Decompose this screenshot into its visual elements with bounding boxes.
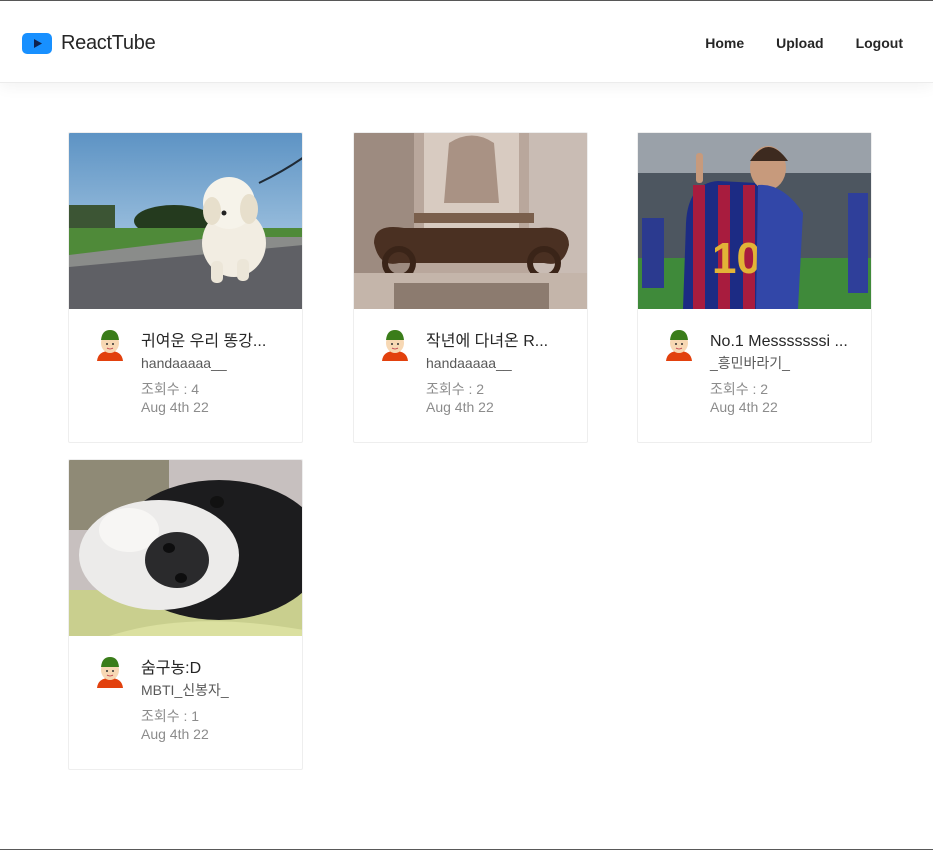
uploader-name: handaaaaa__	[426, 355, 512, 371]
video-meta: 작년에 다녀온 R... handaaaaa__ 조회수 : 2 Aug 4th…	[354, 309, 587, 442]
upload-date: Aug 4th 22	[426, 399, 494, 415]
video-card[interactable]: 10 No.1 Messsssssi ... _흥민바라기_ 조회수 : 2 A	[637, 132, 872, 443]
upload-date: Aug 4th 22	[141, 726, 209, 742]
video-title[interactable]: 숨구농:D	[141, 659, 286, 679]
view-count: 조회수 : 2	[426, 381, 485, 397]
app-name: ReactTube	[61, 32, 156, 54]
video-card[interactable]: 귀여운 우리 똥강... handaaaaa__ 조회수 : 4 Aug 4th…	[68, 132, 303, 443]
upload-date: Aug 4th 22	[710, 399, 778, 415]
video-meta: No.1 Messsssssi ... _흥민바라기_ 조회수 : 2 Aug …	[638, 309, 871, 442]
view-count: 조회수 : 1	[141, 708, 200, 724]
video-thumbnail[interactable]	[69, 133, 302, 309]
uploader-name: handaaaaa__	[141, 355, 227, 371]
avatar	[666, 330, 692, 361]
avatar	[97, 330, 123, 361]
nav-home-link[interactable]: Home	[705, 34, 744, 52]
play-logo-icon	[22, 32, 52, 54]
app-logo[interactable]: ReactTube	[22, 32, 156, 54]
video-card[interactable]: 숨구농:D MBTI_신봉자_ 조회수 : 1 Aug 4th 22	[68, 459, 303, 770]
video-meta: 귀여운 우리 똥강... handaaaaa__ 조회수 : 4 Aug 4th…	[69, 309, 302, 442]
nav-menu: Home Upload Logout	[673, 34, 903, 52]
uploader-name: _흥민바라기_	[710, 355, 790, 371]
avatar	[382, 330, 408, 361]
svg-text:10: 10	[712, 234, 761, 283]
top-navbar: ReactTube Home Upload Logout	[0, 1, 933, 83]
video-title[interactable]: No.1 Messsssssi ...	[710, 332, 855, 352]
avatar	[97, 657, 123, 688]
video-thumbnail[interactable]	[354, 133, 587, 309]
video-title[interactable]: 귀여운 우리 똥강...	[141, 332, 286, 352]
view-count: 조회수 : 2	[710, 381, 769, 397]
video-card[interactable]: 작년에 다녀온 R... handaaaaa__ 조회수 : 2 Aug 4th…	[353, 132, 588, 443]
upload-date: Aug 4th 22	[141, 399, 209, 415]
view-count: 조회수 : 4	[141, 381, 200, 397]
nav-logout-link[interactable]: Logout	[856, 34, 903, 52]
video-meta: 숨구농:D MBTI_신봉자_ 조회수 : 1 Aug 4th 22	[69, 636, 302, 769]
nav-upload-link[interactable]: Upload	[776, 34, 823, 52]
uploader-name: MBTI_신봉자_	[141, 682, 229, 698]
video-thumbnail[interactable]: 10	[638, 133, 871, 309]
video-thumbnail[interactable]	[69, 460, 302, 636]
video-title[interactable]: 작년에 다녀온 R...	[426, 332, 571, 352]
